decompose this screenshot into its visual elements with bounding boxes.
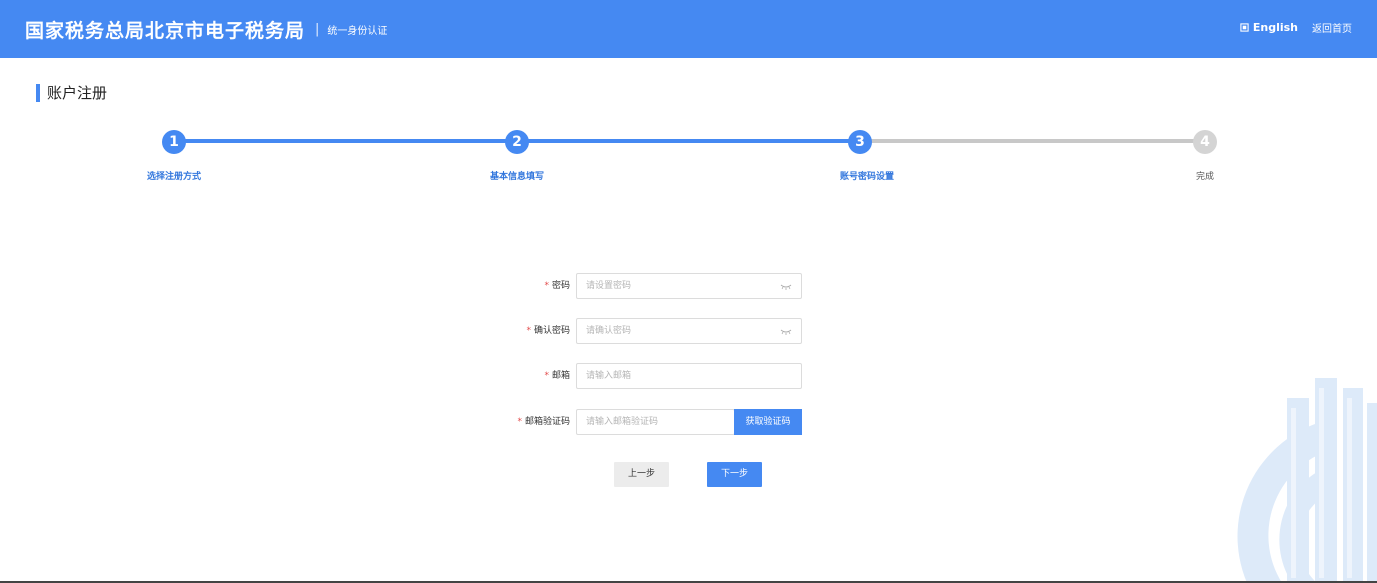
step-label-4: 完成 [1195,172,1214,182]
step-dot-4: 4 [1193,130,1217,154]
email-label: * 邮箱 [544,371,570,381]
confirm-password-label: * 确认密码 [526,326,570,336]
step-dot-2: 2 [505,130,529,154]
email-code-label: * 邮箱验证码 [517,417,570,427]
next-step-button[interactable]: 下一步 [707,462,762,487]
eye-closed-icon[interactable] [780,282,792,290]
email-code-row: *邮箱验证码 获取验证码 [0,409,1377,435]
title-separator: | [315,21,320,37]
step-label-3: 账号密码设置 [839,172,894,182]
tax-logo-watermark [1237,378,1377,583]
step-label-1: 选择注册方式 [146,172,201,182]
email-input[interactable] [577,364,801,388]
confirm-password-field [576,318,802,344]
email-row: * 邮箱 [0,363,1377,389]
required-mark: * [544,371,549,381]
required-mark: * [517,417,522,427]
confirm-password-input[interactable] [577,319,780,343]
step-progress: 1 2 3 4 选择注册方式 基本信息填写 账号密码设置 完成 [0,126,1377,186]
password-row: * 密码 [0,273,1377,299]
password-label: * 密码 [544,281,570,291]
step-label-2: 基本信息填写 [489,172,544,182]
password-input[interactable] [577,274,780,298]
eye-closed-icon[interactable] [780,327,792,335]
site-title: 国家税务总局北京市电子税务局 [25,19,306,42]
password-field [576,273,802,299]
email-code-field [576,409,735,435]
language-switch[interactable]: English [1240,21,1298,34]
step-dot-3: 3 [848,130,872,154]
get-code-button[interactable]: 获取验证码 [734,409,802,435]
top-header: 国家税务总局北京市电子税务局 | 统一身份认证 English 返回首页 [0,0,1377,58]
email-field [576,363,802,389]
step-connector-2-3 [517,139,860,143]
header-actions: English 返回首页 [1240,20,1352,35]
email-code-input[interactable] [577,410,734,434]
language-label: English [1252,21,1298,34]
required-mark: * [544,281,549,291]
step-connector-3-4 [860,139,1205,143]
back-home-link[interactable]: 返回首页 [1312,20,1352,35]
step-connector-1-2 [174,139,517,143]
globe-icon [1240,23,1249,32]
prev-step-button[interactable]: 上一步 [614,462,669,487]
required-mark: * [526,326,531,336]
confirm-password-row: * 确认密码 [0,318,1377,344]
site-subtitle: 统一身份认证 [327,25,388,37]
page-title: 账户注册 [36,84,107,102]
step-dot-1: 1 [162,130,186,154]
